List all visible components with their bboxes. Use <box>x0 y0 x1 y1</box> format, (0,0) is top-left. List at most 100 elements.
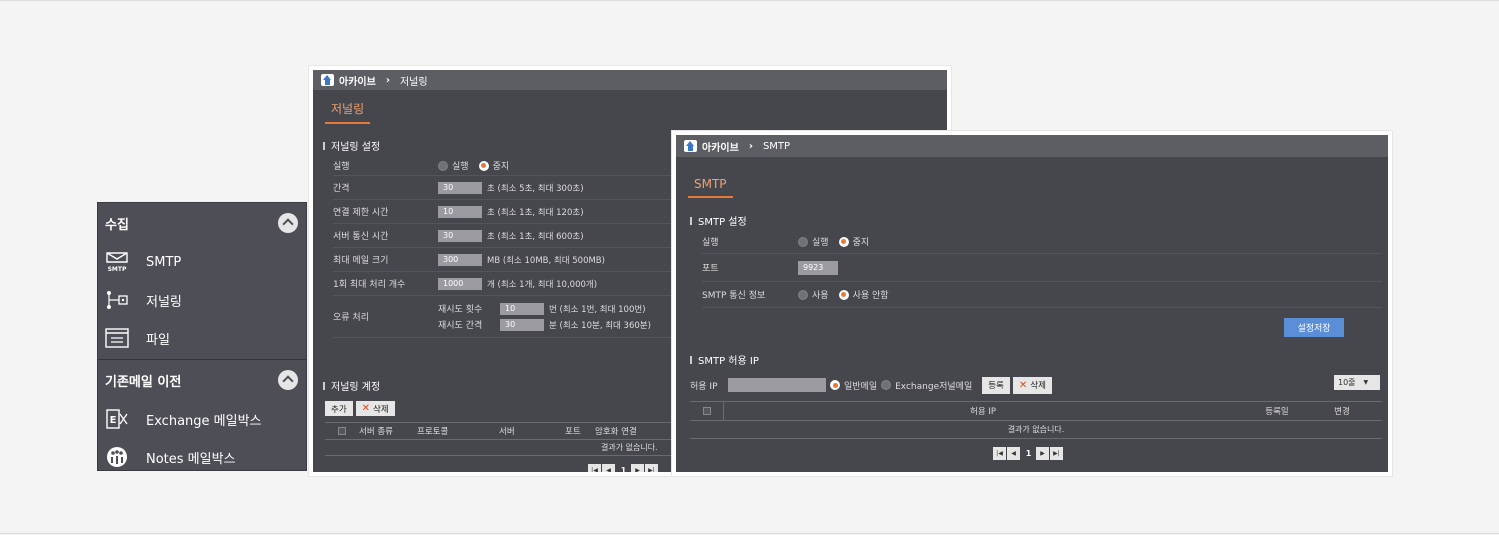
tab-journaling[interactable]: 저널링 <box>325 100 371 124</box>
radio-run[interactable]: 실행 <box>798 235 829 248</box>
sidebar-item-file[interactable]: 파일 <box>98 319 306 357</box>
journaling-network-icon <box>104 289 130 311</box>
radio-label: 중지 <box>492 162 510 172</box>
radio-stop[interactable]: 중지 <box>838 235 870 248</box>
field-label: 재시도 횟수 <box>438 305 483 315</box>
first-page-icon[interactable]: |◀ <box>588 464 601 472</box>
radio-dot <box>830 380 840 390</box>
rows-per-page-select[interactable]: 10줄 ▼ <box>1334 375 1380 390</box>
field-label: 오류 처리 <box>333 313 369 323</box>
tab-smtp[interactable]: SMTP <box>688 177 733 198</box>
rows-select-value: 10줄 <box>1338 378 1356 387</box>
retry-interval-row: 재시도 간격 30 분 (최소 10분, 최대 360분) <box>438 317 651 333</box>
retry-count-input[interactable]: 10 <box>500 302 544 315</box>
home-icon[interactable] <box>684 140 697 152</box>
column-header[interactable]: 허용 IP <box>724 405 1242 417</box>
field-label: 서버 통신 시간 <box>333 232 389 242</box>
radio-dot <box>838 289 849 300</box>
allow-ip-table: 허용 IP 등록일 변경 결과가 없습니다. <box>676 395 1388 439</box>
radio-label: 일반메일 <box>844 381 878 392</box>
sidebar-item-label: Notes 메일박스 <box>146 451 236 467</box>
radio-label: 실행 <box>812 238 829 248</box>
radio-label: 사용 <box>812 291 829 301</box>
page-number[interactable]: 1 <box>1021 449 1036 458</box>
select-all-checkbox[interactable] <box>338 427 346 435</box>
sidebar-item-notes[interactable]: Notes 메일박스 <box>98 438 306 470</box>
field-hint: 초 (최소 5초, 최대 300초) <box>487 183 584 194</box>
max-count-input[interactable]: 1000 <box>438 277 482 290</box>
connect-timeout-input[interactable]: 10 <box>438 205 482 218</box>
prev-page-icon[interactable]: ◀ <box>602 464 615 472</box>
save-area: 설정저장 <box>676 308 1388 342</box>
radio-normal-mail[interactable]: 일반메일 <box>830 379 877 392</box>
breadcrumb: 아카이브 › 저널링 <box>313 70 947 90</box>
collapse-chevron-icon[interactable] <box>278 213 298 233</box>
save-settings-button[interactable]: 설정저장 <box>1284 318 1344 337</box>
sidebar-item-smtp[interactable]: SMTP SMTP <box>98 243 306 281</box>
field-hint: 초 (최소 1초, 최대 600초) <box>487 231 584 242</box>
add-button[interactable]: 추가 <box>325 401 353 416</box>
breadcrumb-page: SMTP <box>762 140 791 152</box>
server-time-input[interactable]: 30 <box>438 229 482 242</box>
radio-stop[interactable]: 중지 <box>478 159 510 172</box>
breadcrumb-app[interactable]: 아카이브 <box>339 73 376 88</box>
radio-label: 실행 <box>452 162 469 172</box>
tab-bar: 저널링 <box>313 90 947 126</box>
interval-input[interactable]: 30 <box>438 181 482 194</box>
radio-comm-use[interactable]: 사용 <box>798 288 829 301</box>
last-page-icon[interactable]: ▶| <box>1050 447 1063 460</box>
retry-interval-input[interactable]: 30 <box>500 318 544 331</box>
next-page-icon[interactable]: ▶ <box>631 464 644 472</box>
field-label: 실행 <box>333 162 350 172</box>
file-window-icon <box>104 327 130 349</box>
page-number[interactable]: 1 <box>616 466 631 472</box>
radio-label: 중지 <box>852 238 870 248</box>
radio-label: Exchange저널메일 <box>895 381 973 392</box>
radio-dot <box>438 160 448 171</box>
frame-bottom-line <box>0 533 1499 534</box>
register-button[interactable]: 등록 <box>982 376 1010 394</box>
last-page-icon[interactable]: ▶| <box>645 464 658 472</box>
smtp-window: 아카이브 › SMTP SMTP SMTP 설정 실행 실행 중지 포트 992… <box>672 131 1392 476</box>
field-label: SMTP 통신 정보 <box>702 291 766 301</box>
sidebar-section-collect[interactable]: 수집 <box>98 203 306 243</box>
column-header[interactable]: 암호화 연결 <box>595 425 665 437</box>
section-title: SMTP 허용 IP <box>676 352 1388 367</box>
column-header[interactable]: 프로토콜 <box>417 425 499 437</box>
sidebar-item-exchange[interactable]: E Exchange 메일박스 <box>98 400 306 438</box>
radio-comm-nouse[interactable]: 사용 안함 <box>838 288 889 301</box>
prev-page-icon[interactable]: ◀ <box>1007 447 1020 460</box>
collapse-chevron-icon[interactable] <box>278 370 298 390</box>
radio-run[interactable]: 실행 <box>438 159 469 172</box>
max-size-input[interactable]: 300 <box>438 253 482 266</box>
sidebar-item-journaling[interactable]: 저널링 <box>98 281 306 319</box>
field-hint: 개 (최소 1개, 최대 10,000개) <box>487 279 598 290</box>
frame-top-line <box>0 0 1499 1</box>
column-header[interactable]: 포트 <box>565 425 595 437</box>
delete-button[interactable]: ✕ 삭제 <box>355 401 395 416</box>
smtp-mail-icon: SMTP <box>104 251 130 273</box>
notes-icon <box>104 446 130 468</box>
column-header[interactable]: 서버 종류 <box>359 425 417 437</box>
section-title: SMTP 설정 <box>676 213 1388 228</box>
radio-dot <box>798 289 808 300</box>
sidebar-section-title: 수집 <box>105 217 129 233</box>
breadcrumb-app[interactable]: 아카이브 <box>702 139 739 154</box>
field-label: 재시도 간격 <box>438 321 483 331</box>
next-page-icon[interactable]: ▶ <box>1036 447 1049 460</box>
delete-button[interactable]: ✕ 삭제 <box>1012 376 1052 394</box>
first-page-icon[interactable]: |◀ <box>993 447 1006 460</box>
column-header[interactable]: 등록일 <box>1242 405 1312 417</box>
column-header[interactable]: 서버 <box>499 425 565 437</box>
field-label: 포트 <box>702 264 719 274</box>
port-input[interactable]: 9923 <box>798 260 838 275</box>
column-header[interactable]: 변경 <box>1312 405 1372 417</box>
select-all-checkbox[interactable] <box>702 407 711 415</box>
allow-ip-input[interactable] <box>728 378 826 392</box>
radio-exchange-mail[interactable]: Exchange저널메일 <box>881 379 972 392</box>
field-hint: 초 (최소 1초, 최대 120초) <box>487 207 584 218</box>
home-icon[interactable] <box>321 74 334 86</box>
empty-result: 결과가 없습니다. <box>690 421 1382 439</box>
retry-count-row: 재시도 횟수 10 번 (최소 1번, 최대 100번) <box>438 301 651 317</box>
sidebar-section-migration[interactable]: 기존메일 이전 <box>98 360 306 400</box>
